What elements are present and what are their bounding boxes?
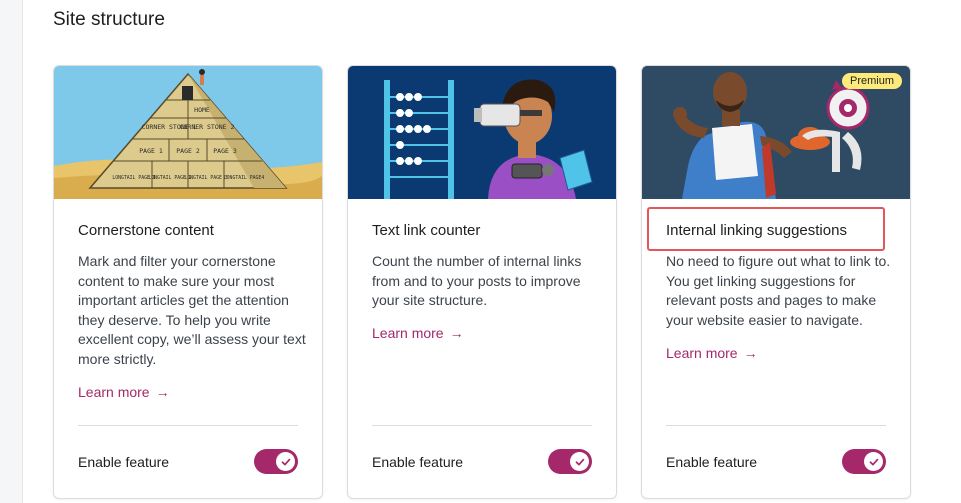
learn-more-label: Learn more	[78, 384, 150, 400]
learn-more-link[interactable]: Learn more →	[666, 345, 758, 361]
enable-feature-toggle[interactable]	[254, 449, 298, 474]
check-icon	[575, 458, 584, 465]
card-title: Text link counter	[372, 222, 481, 239]
enable-feature-label: Enable feature	[666, 454, 758, 470]
section-title: Site structure	[53, 9, 165, 30]
pyramid-label-page-2: PAGE 2	[176, 147, 200, 155]
toggle-knob	[570, 452, 589, 471]
enable-feature-toggle[interactable]	[548, 449, 592, 474]
pyramid-label-cornerstone-2: CORNER STONE 2	[180, 123, 235, 131]
divider	[372, 425, 592, 426]
learn-more-label: Learn more	[666, 345, 738, 361]
pyramid-label-longtail-3: LONGTAIL PAGE 3	[184, 175, 227, 181]
pyramid-illustration: HOME CORNER STONE 1 CORNER STONE 2 PAGE …	[54, 66, 322, 199]
premium-badge: Premium	[841, 73, 902, 89]
arrow-right-icon: →	[155, 384, 170, 400]
learn-more-label: Learn more	[372, 325, 444, 341]
check-icon	[281, 458, 290, 465]
enable-feature-toggle[interactable]	[842, 449, 886, 474]
feature-card-cornerstone: HOME CORNER STONE 1 CORNER STONE 2 PAGE …	[53, 65, 323, 499]
pyramid-label-page-3: PAGE 3	[213, 147, 237, 155]
feature-card-internal-linking: Premium Internal linking suggestions No …	[641, 65, 911, 499]
feature-card-text-link-counter: Text link counter Count the number of in…	[347, 65, 617, 499]
card-description: No need to figure out what to link to. Y…	[666, 253, 891, 328]
toggle-knob	[276, 452, 295, 471]
pyramid-label-page-1: PAGE 1	[139, 147, 163, 155]
enable-feature-label: Enable feature	[372, 454, 464, 470]
divider	[78, 425, 298, 426]
arrow-right-icon: →	[743, 345, 758, 361]
left-rail	[0, 0, 23, 503]
pyramid-label-longtail-4: LONGTAIL PAGE4	[224, 175, 265, 181]
learn-more-link[interactable]: Learn more →	[372, 325, 464, 341]
card-description: Count the number of internal links from …	[372, 253, 582, 308]
card-title: Internal linking suggestions	[666, 222, 847, 239]
learn-more-link[interactable]: Learn more →	[78, 384, 170, 400]
card-description: Mark and filter your cornerstone content…	[78, 253, 306, 367]
vr-abacus-illustration	[348, 66, 616, 199]
check-icon	[869, 458, 878, 465]
pyramid-label-home: HOME	[194, 106, 210, 114]
enable-feature-label: Enable feature	[78, 454, 170, 470]
card-title: Cornerstone content	[78, 222, 214, 239]
toggle-knob	[864, 452, 883, 471]
divider	[666, 425, 886, 426]
arrow-right-icon: →	[449, 325, 464, 341]
